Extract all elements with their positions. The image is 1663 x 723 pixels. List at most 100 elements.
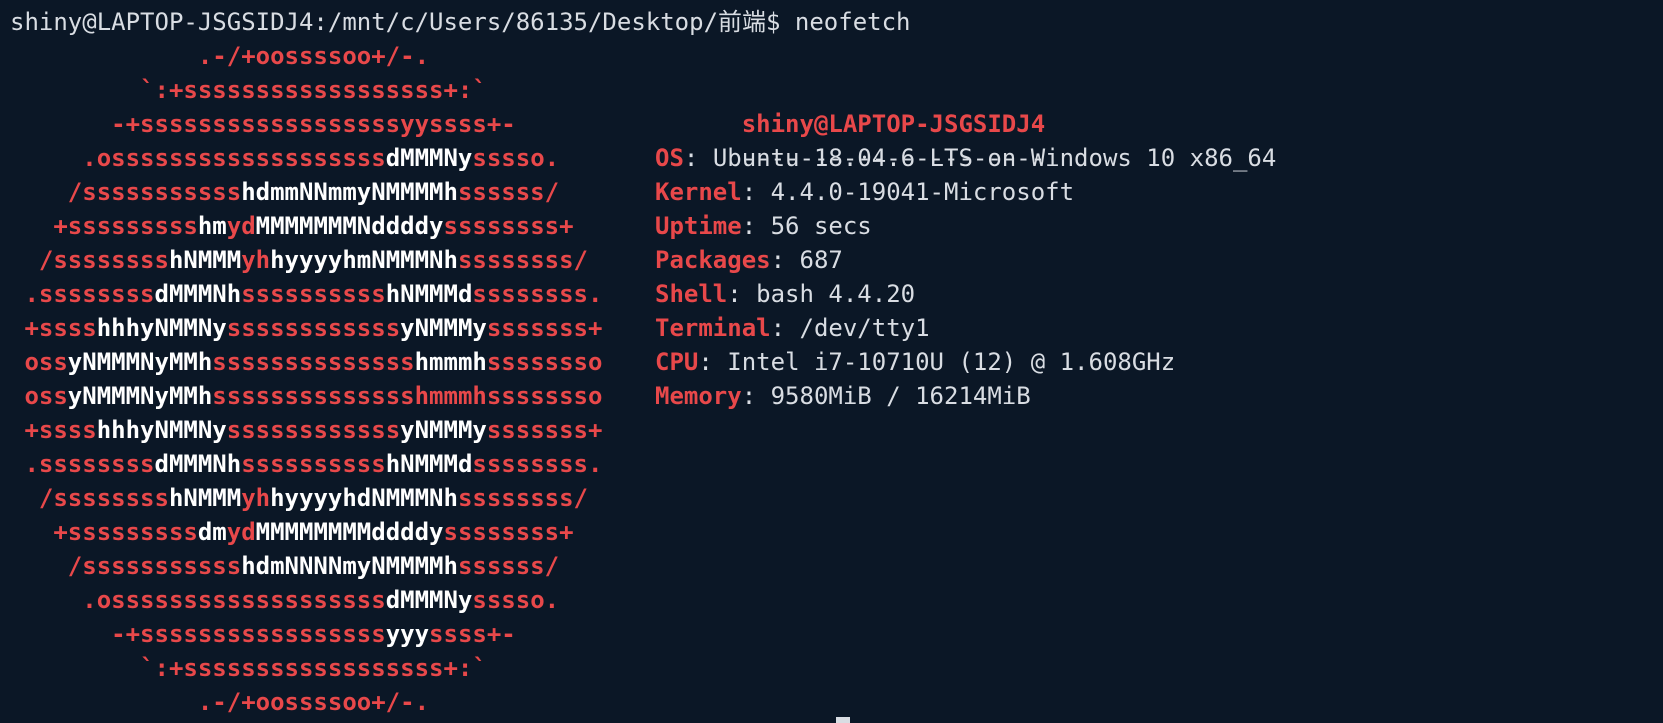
- info-field-uptime: Uptime: 56 secs: [655, 212, 872, 240]
- logo-segment: `:+ssssssssssssssssss+:`: [10, 76, 487, 104]
- logo-line: +sssssssssdmydMMMMMMMMddddyssssssss+: [10, 515, 602, 549]
- logo-segment: .ssssssss: [10, 450, 155, 478]
- logo-line: /ssssssssssshdmmNNmmyNMMMMhssssss/: [10, 175, 602, 209]
- logo-segment: yNMMMy: [400, 416, 487, 444]
- info-field-packages: Packages: 687: [655, 246, 843, 274]
- info-key: Kernel: [655, 178, 742, 206]
- logo-segment: hNMMM: [168, 484, 242, 512]
- info-value: Ubuntu 18.04.6 LTS on Windows 10 x86_64: [712, 144, 1277, 172]
- logo-segment: ssssssss.: [472, 280, 603, 308]
- logo-segment: hyyyyhmNMMMNh: [270, 246, 458, 274]
- info-key: Uptime: [655, 212, 742, 240]
- logo-line: ossyNMMMNyMMhsssssssssssssshmmmhssssssso: [10, 345, 602, 379]
- logo-line: .ssssssssdMMMNhsssssssssshNMMMdssssssss.: [10, 447, 602, 481]
- logo-segment: oss: [10, 382, 68, 410]
- info-field-shell: Shell: bash 4.4.20: [655, 280, 916, 308]
- info-key: CPU: [655, 348, 699, 376]
- logo-segment: hmmmh: [414, 348, 487, 376]
- info-value: bash 4.4.20: [756, 280, 916, 308]
- info-value: 56 secs: [770, 212, 872, 240]
- logo-segment: dMMMNy: [385, 144, 473, 172]
- logo-segment: /ssssssss: [10, 246, 169, 274]
- logo-segment: dMMMNh: [154, 450, 242, 478]
- logo-line: .-/+oossssoo+/-.: [10, 39, 602, 73]
- logo-segment: /ssssssss: [10, 484, 169, 512]
- logo-segment: sssso.: [472, 586, 560, 614]
- system-info-panel: shiny@LAPTOP-JSGSIDJ4 ------------------…: [655, 73, 1276, 413]
- logo-line: ossyNMMMNyMMhsssssssssssssshmmmhssssssso: [10, 379, 602, 413]
- terminal-cursor: [836, 717, 850, 723]
- info-field-os: OS: Ubuntu 18.04.6 LTS on Windows 10 x86…: [655, 144, 1277, 172]
- logo-segment: .osssssssssssssssssss: [10, 144, 386, 172]
- logo-line: `:+ssssssssssssssssss+:`: [10, 73, 602, 107]
- logo-segment: hdmNNNNmyNMMMMh: [241, 552, 458, 580]
- logo-line: +sssshhhyNMMNyssssssssssssyNMMMysssssss+: [10, 413, 602, 447]
- logo-segment: ssssssss/: [457, 484, 588, 512]
- info-value: Intel i7-10710U (12) @ 1.608GHz: [727, 348, 1176, 376]
- info-field-cpu: CPU: Intel i7-10710U (12) @ 1.608GHz: [655, 348, 1176, 376]
- logo-segment: ssssssss/: [457, 246, 588, 274]
- logo-segment: ssssssssssss: [226, 416, 401, 444]
- logo-line: `:+ssssssssssssssssss+:`: [10, 651, 602, 685]
- logo-line: +ssssssssshmydMMMMMMMNddddyssssssss+: [10, 209, 602, 243]
- user-host: shiny@LAPTOP-JSGSIDJ4: [741, 110, 1046, 138]
- info-value: 687: [799, 246, 843, 274]
- info-key: Terminal: [655, 314, 771, 342]
- logo-line: +sssshhhyNMMNyssssssssssssyNMMMysssssss+: [10, 311, 602, 345]
- info-field-kernel: Kernel: 4.4.0-19041-Microsoft: [655, 178, 1075, 206]
- logo-segment: ssssssss+: [443, 518, 574, 546]
- logo-segment: ssssssss.: [472, 450, 603, 478]
- logo-segment: yd: [226, 212, 256, 240]
- logo-segment: yNMMMNyMMh: [67, 382, 213, 410]
- logo-segment: hNMMMd: [385, 280, 473, 308]
- logo-line: .-/+oossssoo+/-.: [10, 685, 602, 719]
- logo-segment: /sssssssssss: [10, 552, 242, 580]
- logo-segment: hdmmNNmmyNMMMMh: [241, 178, 458, 206]
- logo-line: -+ssssssssssssssssssyyssss+-: [10, 107, 602, 141]
- logo-line: /sssssssshNMMMyhhyyyyhdNMMMNhssssssss/: [10, 481, 602, 515]
- logo-segment: ssssssso: [486, 382, 603, 410]
- info-field-memory: Memory: 9580MiB / 16214MiB: [655, 382, 1031, 410]
- info-key: OS: [655, 144, 684, 172]
- logo-segment: ssssssso: [486, 348, 603, 376]
- logo-segment: dm: [197, 518, 227, 546]
- logo-segment: +sssssssss: [10, 212, 198, 240]
- logo-line: .osssssssssssssssssssdMMMNysssso.: [10, 141, 602, 175]
- logo-segment: ssssssssssssss: [212, 348, 415, 376]
- info-value: /dev/tty1: [799, 314, 930, 342]
- logo-segment: yh: [241, 246, 271, 274]
- info-value: 9580MiB / 16214MiB: [770, 382, 1031, 410]
- logo-segment: +ssss: [10, 314, 97, 342]
- logo-line: .osssssssssssssssssssdMMMNysssso.: [10, 583, 602, 617]
- logo-segment: yNMMMy: [400, 314, 487, 342]
- logo-segment: ssssssssssssss: [212, 382, 415, 410]
- logo-segment: MMMMMMMMddddy: [255, 518, 444, 546]
- logo-line: .ssssssssdMMMNhsssssssssshNMMMdssssssss.: [10, 277, 602, 311]
- logo-segment: `:+ssssssssssssssssss+:`: [10, 654, 487, 682]
- terminal-window[interactable]: shiny@LAPTOP-JSGSIDJ4:/mnt/c/Users/86135…: [0, 0, 1663, 723]
- logo-segment: sssssss+: [486, 416, 603, 444]
- logo-segment: -+ssssssssssssssssssyyssss+-: [10, 110, 516, 138]
- logo-segment: +sssssssss: [10, 518, 198, 546]
- logo-segment: ssssss/: [457, 552, 560, 580]
- info-field-terminal: Terminal: /dev/tty1: [655, 314, 930, 342]
- logo-segment: /sssssssssss: [10, 178, 242, 206]
- logo-segment: ssssssssss: [241, 450, 386, 478]
- logo-segment: hNMMM: [168, 246, 242, 274]
- logo-segment: sssssss+: [486, 314, 603, 342]
- logo-segment: oss: [10, 348, 68, 376]
- logo-segment: hhhyNMMNy: [96, 314, 227, 342]
- logo-segment: dMMMNh: [154, 280, 242, 308]
- logo-segment: +ssss: [10, 416, 97, 444]
- info-key: Memory: [655, 382, 742, 410]
- logo-segment: ssssssssssss: [226, 314, 401, 342]
- user-host-line: shiny@LAPTOP-JSGSIDJ4: [655, 73, 1276, 138]
- logo-segment: .-/+oossssoo+/-.: [10, 688, 430, 716]
- logo-line: /ssssssssssshdmNNNNmyNMMMMhssssss/: [10, 549, 602, 583]
- logo-segment: yh: [241, 484, 271, 512]
- command-prompt-line: shiny@LAPTOP-JSGSIDJ4:/mnt/c/Users/86135…: [10, 8, 911, 36]
- logo-segment: sssso.: [472, 144, 560, 172]
- logo-segment: .-/+oossssoo+/-.: [10, 42, 430, 70]
- logo-line: /sssssssshNMMMyhhyyyyhmNMMMNhssssssss/: [10, 243, 602, 277]
- logo-segment: yNMMMNyMMh: [67, 348, 213, 376]
